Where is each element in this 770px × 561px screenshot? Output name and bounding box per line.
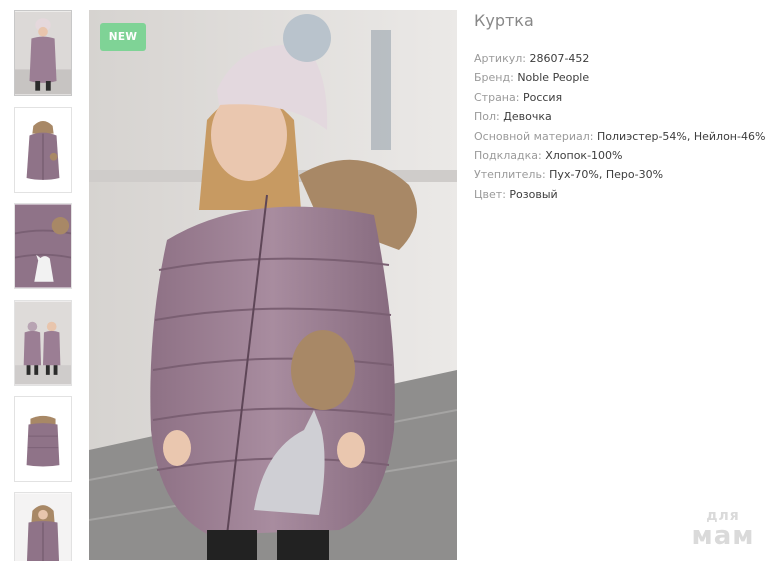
property-value: Девочка bbox=[503, 110, 552, 124]
property-value: Noble People bbox=[517, 71, 590, 85]
property-lining: Подкладка: Хлопок-100% bbox=[474, 146, 764, 165]
property-main-material: Основной материал: Полиэстер-54%, Нейлон… bbox=[474, 127, 766, 146]
product-info: Куртка Артикул: 28607-452 Бренд: Noble P… bbox=[474, 11, 766, 204]
property-label: Бренд: bbox=[474, 71, 514, 85]
thumbnail-5[interactable] bbox=[14, 396, 72, 482]
property-label: Основной материал: bbox=[474, 129, 594, 143]
thumbnail-1[interactable] bbox=[14, 10, 72, 96]
property-value: Россия bbox=[522, 90, 563, 104]
property-article: Артикул: 28607-452 bbox=[474, 49, 764, 68]
property-label: Страна: bbox=[474, 90, 520, 104]
thumbnail-4-image bbox=[15, 301, 71, 385]
property-value: 28607-452 bbox=[529, 52, 590, 65]
new-badge: NEW bbox=[100, 23, 146, 51]
product-photo bbox=[89, 10, 457, 560]
thumbnail-2[interactable] bbox=[14, 107, 72, 193]
main-product-image[interactable]: NEW bbox=[89, 10, 457, 560]
property-country: Страна: Россия bbox=[474, 88, 764, 107]
property-gender: Пол: Девочка bbox=[474, 107, 764, 126]
property-color: Цвет: Розовый bbox=[474, 185, 764, 204]
property-label: Цвет: bbox=[474, 187, 506, 201]
property-value: Розовый bbox=[509, 187, 558, 201]
property-label: Пол: bbox=[474, 110, 500, 124]
thumbnail-3[interactable] bbox=[14, 203, 72, 289]
thumbnail-5-image bbox=[15, 397, 71, 481]
thumbnail-1-image bbox=[15, 11, 71, 95]
thumbnail-6-image bbox=[15, 493, 71, 561]
property-value: Хлопок-100% bbox=[545, 149, 623, 163]
property-value: Пух-70%, Перо-30% bbox=[549, 168, 664, 182]
product-title: Куртка bbox=[474, 11, 534, 30]
property-label: Подкладка: bbox=[474, 149, 542, 163]
site-watermark-logo: для мам bbox=[683, 509, 763, 549]
property-label: Артикул: bbox=[474, 52, 526, 65]
thumbnail-4[interactable] bbox=[14, 300, 72, 386]
property-label: Утеплитель: bbox=[474, 168, 546, 182]
property-brand: Бренд: Noble People bbox=[474, 68, 764, 87]
thumbnail-6[interactable] bbox=[14, 492, 72, 561]
watermark-bottom-text: мам bbox=[691, 521, 755, 551]
property-insulation: Утеплитель: Пух-70%, Перо-30% bbox=[474, 165, 764, 184]
thumbnail-3-image bbox=[15, 204, 71, 288]
thumbnail-2-image bbox=[15, 108, 71, 192]
property-value: Полиэстер-54%, Нейлон-46% bbox=[597, 129, 766, 143]
product-properties: Артикул: 28607-452 Бренд: Noble People С… bbox=[474, 49, 766, 204]
